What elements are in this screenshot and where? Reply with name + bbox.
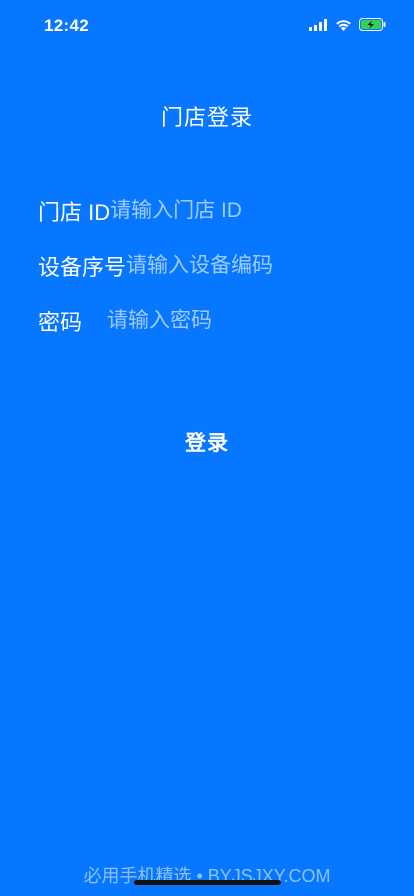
status-time: 12:42 [44, 16, 89, 35]
store-id-label: 门店 ID [38, 200, 111, 225]
cellular-signal-icon [309, 18, 328, 31]
wifi-icon [335, 19, 352, 31]
password-label: 密码 [38, 310, 83, 335]
login-button[interactable]: 登录 [107, 416, 307, 468]
page-title: 门店登录 [160, 106, 253, 131]
store-id-input[interactable] [110, 194, 382, 228]
battery-charging-icon [359, 18, 386, 31]
password-input[interactable] [107, 304, 378, 338]
home-indicator[interactable] [134, 880, 281, 885]
device-serial-row: 设备序号 [38, 249, 398, 283]
device-serial-input[interactable] [126, 249, 398, 283]
status-icons [309, 18, 386, 31]
status-bar: 12:42 [0, 0, 414, 50]
store-id-row: 门店 ID [38, 194, 382, 228]
device-serial-label: 设备序号 [38, 255, 127, 280]
password-row: 密码 [38, 304, 378, 338]
